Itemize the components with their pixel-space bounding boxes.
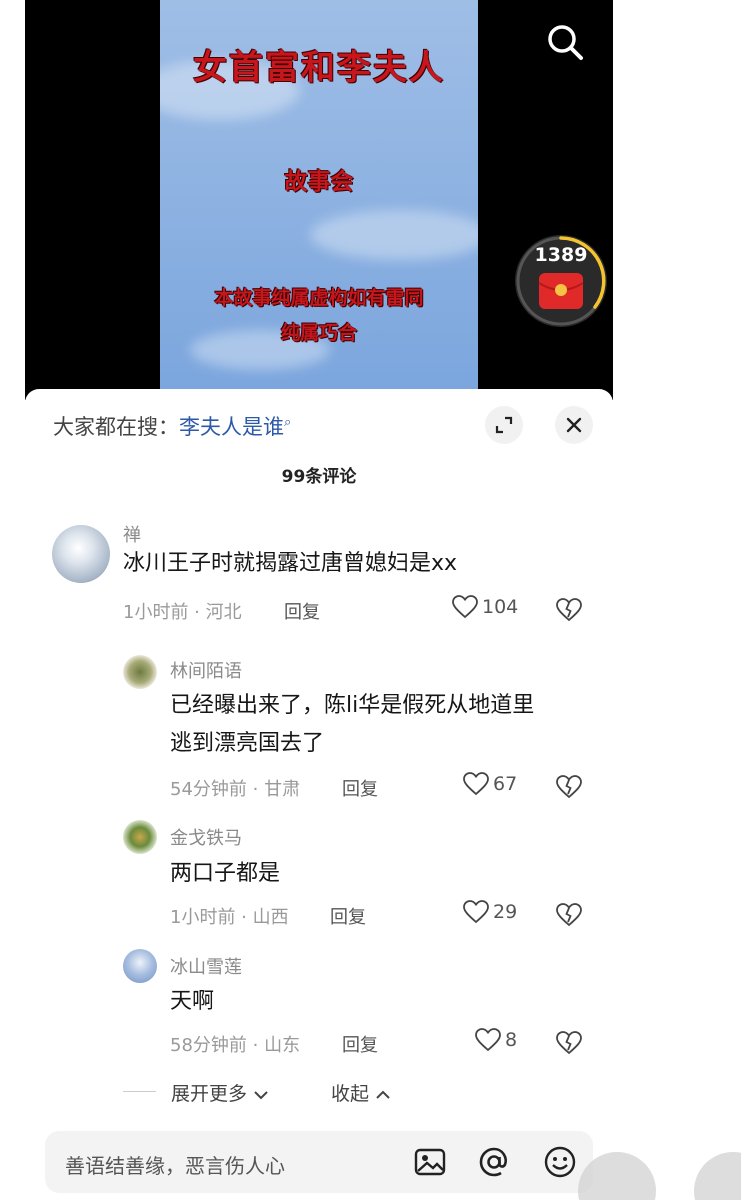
collapse-button[interactable]: 收起 xyxy=(331,1079,391,1106)
expand-icon[interactable] xyxy=(485,406,523,444)
comment-sheet: 大家都在搜：李夫人是谁⌕ 99条评论 禅 冰川王子时就揭露过唐曾媳妇是xx 1小… xyxy=(25,389,613,1200)
search-small-icon: ⌕ xyxy=(284,415,292,430)
image-icon[interactable] xyxy=(413,1145,447,1179)
comment-meta: 1小时前 · 山西 xyxy=(170,907,289,928)
comment-username[interactable]: 禅 xyxy=(123,521,141,547)
comment-text: 逃到漂亮国去了 xyxy=(170,731,325,756)
comment-text: 两口子都是 xyxy=(170,861,281,886)
broken-heart-icon[interactable] xyxy=(556,1030,582,1056)
close-icon[interactable] xyxy=(555,406,593,444)
video-disclaimer: 纯属巧合 xyxy=(280,322,357,344)
video-title: 女首富和李夫人 xyxy=(193,48,445,88)
like-button[interactable]: 8 xyxy=(475,1028,517,1052)
heart-icon xyxy=(475,1028,501,1052)
like-button[interactable]: 104 xyxy=(452,595,518,619)
comment-username[interactable]: 金戈铁马 xyxy=(170,824,242,850)
expand-more-button[interactable]: 展开更多 xyxy=(171,1079,269,1106)
avatar[interactable] xyxy=(123,655,157,689)
heart-icon xyxy=(463,900,489,924)
expand-more-label: 展开更多 xyxy=(171,1083,248,1105)
broken-heart-icon[interactable] xyxy=(556,597,582,623)
collapse-label: 收起 xyxy=(331,1083,370,1105)
avatar[interactable] xyxy=(123,949,157,983)
comment-text: 已经曝出来了，陈li华是假死从地道里 xyxy=(170,693,535,718)
reply-button[interactable]: 回复 xyxy=(342,775,378,801)
like-button[interactable]: 29 xyxy=(463,900,517,924)
like-button[interactable]: 67 xyxy=(463,772,517,796)
video-player[interactable]: 女首富和李夫人 故事会 本故事纯属虚构如有雷同 纯属巧合 1389 xyxy=(25,0,613,400)
reply-item: 冰山雪莲 天啊 58分钟前 · 山东 回复 8 xyxy=(25,947,613,1057)
video-disclaimer: 本故事纯属虚构如有雷同 xyxy=(214,287,424,309)
like-count: 67 xyxy=(493,773,518,795)
comment-count: 99条评论 xyxy=(281,467,357,487)
red-packet-icon xyxy=(538,273,584,309)
reply-button[interactable]: 回复 xyxy=(330,903,366,929)
chevron-up-icon xyxy=(376,1090,390,1099)
broken-heart-icon[interactable] xyxy=(556,774,582,800)
comment-text: 冰川王子时就揭露过唐曾媳妇是xx xyxy=(123,551,458,576)
comment-item: 禅 冰川王子时就揭露过唐曾媳妇是xx 1小时前 · 河北 回复 104 xyxy=(25,519,613,629)
red-packet-count: 1389 xyxy=(534,244,588,266)
broken-heart-icon[interactable] xyxy=(556,902,582,928)
comment-text: 天啊 xyxy=(170,989,215,1014)
search-suggestion-prefix: 大家都在搜： xyxy=(53,415,179,439)
mute-button[interactable] xyxy=(694,1152,741,1200)
reply-button[interactable]: 回复 xyxy=(342,1031,378,1057)
reply-item: 林间陌语 已经曝出来了，陈li华是假死从地道里 逃到漂亮国去了 54分钟前 · … xyxy=(25,651,613,801)
search-icon[interactable] xyxy=(545,22,585,62)
comment-username[interactable]: 冰山雪莲 xyxy=(170,953,242,979)
avatar[interactable] xyxy=(52,525,110,583)
chevron-down-icon xyxy=(254,1090,268,1099)
comment-meta: 58分钟前 · 山东 xyxy=(170,1035,301,1056)
divider xyxy=(123,1091,156,1092)
heart-icon xyxy=(452,595,478,619)
at-icon[interactable] xyxy=(477,1145,511,1179)
reply-button[interactable]: 回复 xyxy=(284,598,320,624)
video-subtitle: 故事会 xyxy=(284,168,354,195)
red-packet-button[interactable]: 1389 xyxy=(515,235,607,327)
comment-input-placeholder: 善语结善缘，恶言伤人心 xyxy=(65,1154,285,1178)
reply-item: 金戈铁马 两口子都是 1小时前 · 山西 回复 29 xyxy=(25,819,613,929)
video-frame: 女首富和李夫人 故事会 本故事纯属虚构如有雷同 纯属巧合 xyxy=(160,0,478,400)
emoji-icon[interactable] xyxy=(543,1145,577,1179)
comment-username[interactable]: 林间陌语 xyxy=(170,657,242,683)
search-suggestion-link[interactable]: 李夫人是谁 xyxy=(179,415,284,439)
like-count: 8 xyxy=(505,1029,518,1051)
comment-input[interactable]: 善语结善缘，恶言伤人心 xyxy=(45,1131,593,1193)
avatar[interactable] xyxy=(123,820,157,854)
comment-meta: 1小时前 · 河北 xyxy=(123,602,242,623)
heart-icon xyxy=(463,772,489,796)
like-count: 29 xyxy=(493,901,518,923)
search-suggestion[interactable]: 大家都在搜：李夫人是谁⌕ xyxy=(53,411,291,441)
like-count: 104 xyxy=(482,596,519,618)
cloud-decoration xyxy=(310,210,478,260)
comment-meta: 54分钟前 · 甘肃 xyxy=(170,779,301,800)
